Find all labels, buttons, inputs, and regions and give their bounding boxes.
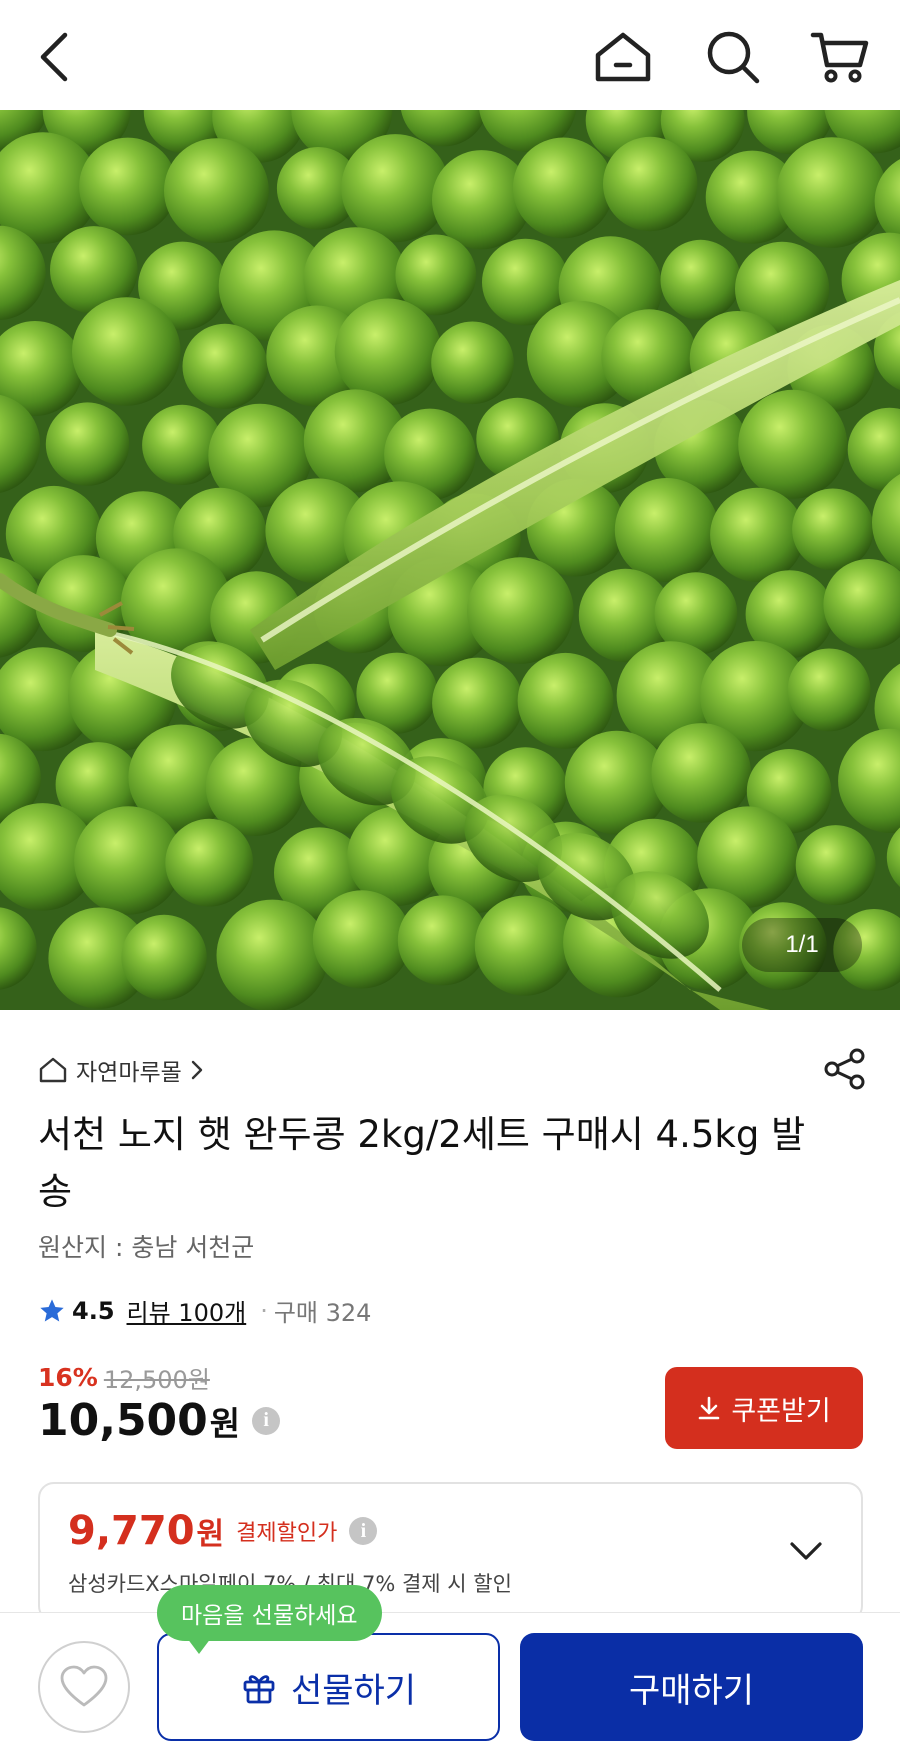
bottom-action-bar: 선물하기 구매하기 xyxy=(0,1612,900,1760)
product-title: 서천 노지 햇 완두콩 2kg/2세트 구매시 4.5kg 발송 xyxy=(38,1113,806,1213)
store-name: 자연마루몰 xyxy=(76,1060,182,1086)
rating-score: 4.5 xyxy=(72,1296,115,1325)
pea xyxy=(792,488,874,571)
pea xyxy=(738,389,848,499)
pea xyxy=(660,239,741,320)
pea xyxy=(651,723,751,823)
original-price: 12,500원 xyxy=(103,1366,210,1394)
separator-dot: · xyxy=(260,1296,268,1325)
search-icon xyxy=(707,31,760,84)
pea xyxy=(776,137,888,248)
pea xyxy=(432,657,524,749)
pea xyxy=(787,648,871,732)
home-icon xyxy=(595,32,651,82)
store-home-icon xyxy=(39,1057,67,1083)
discount-row: 16% 12,500원 xyxy=(38,1360,210,1395)
purchase-count: 구매 324 xyxy=(273,1299,372,1327)
wishlist-button[interactable] xyxy=(38,1641,130,1733)
pea xyxy=(72,297,181,406)
share-icon xyxy=(824,1048,865,1090)
pea xyxy=(182,323,268,409)
pea xyxy=(474,895,575,996)
search-button[interactable] xyxy=(698,22,768,92)
pea xyxy=(431,321,514,405)
pea xyxy=(164,138,269,244)
store-link[interactable]: 자연마루몰 xyxy=(38,1050,204,1090)
pea xyxy=(603,136,698,232)
pea xyxy=(397,895,488,986)
payment-info-icon[interactable]: i xyxy=(349,1517,378,1545)
chevron-right-icon xyxy=(191,1060,203,1080)
buy-button[interactable]: 구매하기 xyxy=(520,1633,863,1741)
gift-button-label: 선물하기 xyxy=(290,1670,417,1711)
pea xyxy=(795,825,876,906)
gift-tooltip: 마음을 선물하세요 xyxy=(157,1585,382,1654)
pea xyxy=(467,557,574,664)
home-button[interactable] xyxy=(588,22,658,92)
chevron-down-icon xyxy=(790,1542,822,1560)
chevron-left-icon xyxy=(40,32,68,82)
discount-rate: 16% xyxy=(38,1363,98,1392)
image-page-indicator: 1/1 xyxy=(742,918,862,972)
price-row: 10,500 원 i xyxy=(38,1395,281,1446)
coupon-button[interactable]: 쿠폰받기 xyxy=(665,1367,863,1449)
pea xyxy=(512,137,614,239)
pea xyxy=(45,402,130,486)
product-origin: 원산지 : 충남 서천군 xyxy=(38,1233,255,1262)
pea xyxy=(710,487,805,582)
cart-button[interactable] xyxy=(805,22,875,92)
back-button[interactable] xyxy=(20,22,90,92)
expand-payment-button[interactable] xyxy=(781,1526,831,1576)
top-navigation-bar xyxy=(0,0,900,110)
cart-icon xyxy=(810,32,869,83)
green-peas-illustration xyxy=(0,110,900,1010)
pea xyxy=(165,818,254,907)
pea xyxy=(216,899,329,1010)
pea xyxy=(79,137,177,236)
payment-price-unit: 원 xyxy=(196,1517,225,1552)
product-image[interactable]: 1/1 xyxy=(0,110,900,1010)
pea xyxy=(334,298,442,406)
gift-icon xyxy=(243,1675,275,1704)
star-icon xyxy=(40,1298,64,1321)
payment-price: 9,770 xyxy=(68,1508,195,1554)
download-icon xyxy=(699,1396,720,1420)
pea xyxy=(341,134,450,243)
price-info-icon[interactable]: i xyxy=(252,1406,281,1435)
payment-discount-label: 결제할인가 xyxy=(236,1521,338,1546)
reviews-link[interactable]: 리뷰 100개 xyxy=(127,1293,247,1328)
share-button[interactable] xyxy=(818,1042,872,1096)
pea xyxy=(312,890,411,989)
rating-row: 4.5 리뷰 100개 · 구매 324 xyxy=(38,1293,371,1328)
pea xyxy=(614,478,719,582)
heart-icon xyxy=(60,1665,108,1707)
sale-price: 10,500 xyxy=(38,1395,208,1446)
coupon-button-label: 쿠폰받기 xyxy=(731,1395,831,1427)
price-unit: 원 xyxy=(209,1403,241,1443)
buy-button-label: 구매하기 xyxy=(628,1670,755,1711)
pea xyxy=(121,914,207,1001)
